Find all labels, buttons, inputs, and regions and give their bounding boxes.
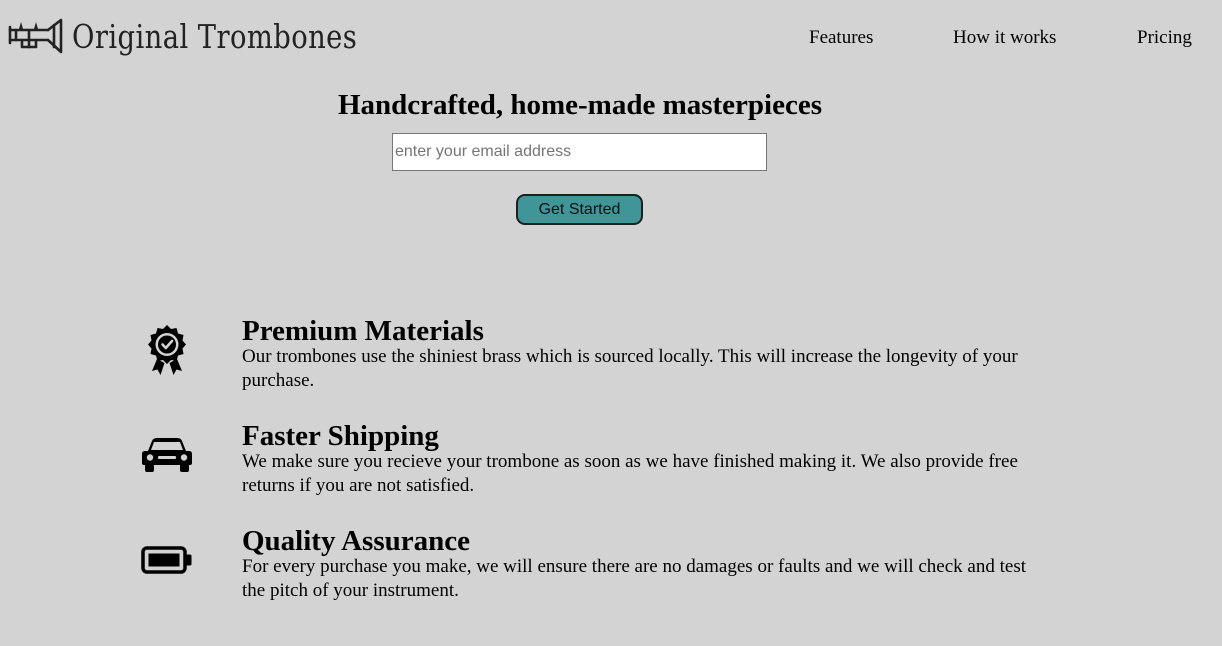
feature-description: For every purchase you make, we will ens… xyxy=(242,556,1026,601)
nav-link-how-it-works[interactable]: How it works xyxy=(953,27,1056,49)
nav-link-pricing[interactable]: Pricing xyxy=(1137,27,1192,49)
feature-description: We make sure you recieve your trombone a… xyxy=(242,451,1018,496)
battery-full-icon xyxy=(140,533,194,587)
main-nav: Features How it works Pricing xyxy=(0,27,1222,55)
site-header: Original Trombones Features How it works… xyxy=(0,0,1222,80)
car-icon xyxy=(140,428,194,482)
feature-title: Quality Assurance xyxy=(242,525,470,557)
nav-link-features[interactable]: Features xyxy=(809,27,873,49)
hero-title: Handcrafted, home-made masterpieces xyxy=(337,89,823,121)
feature-description: Our trombones use the shiniest brass whi… xyxy=(242,346,1018,391)
email-input[interactable] xyxy=(392,133,767,171)
get-started-button[interactable]: Get Started xyxy=(516,194,643,225)
feature-title: Premium Materials xyxy=(242,315,484,347)
feature-title: Faster Shipping xyxy=(242,420,439,452)
award-badge-icon xyxy=(140,323,194,377)
